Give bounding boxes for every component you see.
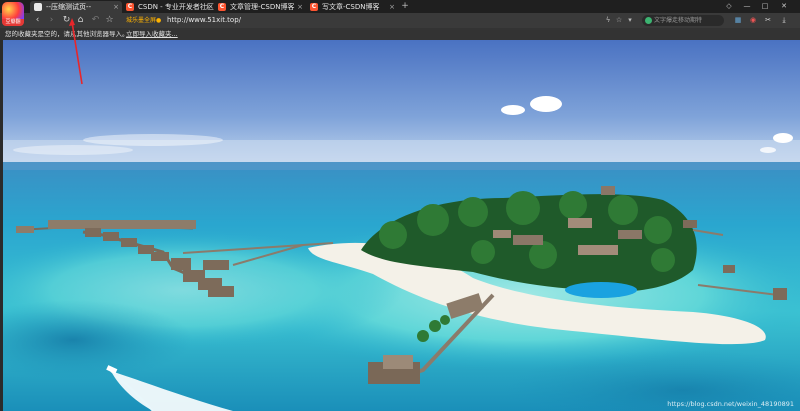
swimming-pool: [565, 282, 637, 298]
minimize-icon[interactable]: —: [740, 0, 754, 12]
reload-icon[interactable]: ↻: [60, 14, 73, 27]
back-icon[interactable]: ‹: [31, 14, 44, 27]
document-icon: [34, 3, 42, 11]
address-bar[interactable]: http://www.51xit.top/: [167, 15, 241, 26]
page-content: https://blog.csdn.net/weixin_48190891: [3, 40, 800, 411]
bookmarks-bar: 您的收藏夹是空的，请从其他浏览器导入。 立即导入收藏夹...: [0, 28, 800, 40]
csdn-icon: C: [310, 3, 318, 11]
csdn-icon: C: [218, 3, 226, 11]
download-icon[interactable]: ⤓: [779, 15, 789, 26]
close-icon[interactable]: ×: [113, 1, 119, 13]
new-tab-button[interactable]: +: [400, 0, 410, 12]
search-engine-icon: [645, 17, 652, 24]
security-flag[interactable]: 城乐墨全屏●: [126, 15, 161, 26]
maximize-icon[interactable]: □: [758, 0, 772, 12]
close-icon[interactable]: ×: [389, 1, 395, 13]
lightning-icon[interactable]: ϟ: [603, 15, 613, 26]
tab-title: CSDN - 专业开发者社区: [138, 3, 214, 11]
tab-title: --压缩测试页--: [46, 3, 92, 11]
logo-label: 豆瓣翻: [2, 19, 24, 26]
grid-icon[interactable]: ▦: [733, 15, 743, 26]
tab-csdn-home[interactable]: C CSDN - 专业开发者社区 ×: [122, 1, 214, 13]
tab-strip: --压缩测试页-- × C CSDN - 专业开发者社区 × C 文章管理-CS…: [0, 0, 800, 13]
horizon-line: [3, 162, 800, 170]
toolbar: ‹ › ↻ ⌂ ↶ ☆ 城乐墨全屏● http://www.51xit.top/…: [0, 13, 800, 28]
tab-title: 文章管理-CSDN博客: [230, 3, 295, 11]
tab-article-manage[interactable]: C 文章管理-CSDN博客 ×: [214, 1, 306, 13]
csdn-icon: C: [126, 3, 134, 11]
bookmarks-empty-text: 您的收藏夹是空的，请从其他浏览器导入。: [5, 30, 129, 38]
close-icon[interactable]: ×: [205, 1, 211, 13]
island-photo: [3, 40, 800, 411]
undo-icon[interactable]: ↶: [89, 14, 102, 27]
tab-active[interactable]: --压缩测试页-- ×: [30, 1, 122, 13]
watermark: https://blog.csdn.net/weixin_48190891: [667, 400, 794, 408]
scissors-icon[interactable]: ✂: [763, 15, 773, 26]
tab-write-article[interactable]: C 写文章-CSDN博客 ×: [306, 1, 398, 13]
tab-title: 写文章-CSDN博客: [322, 3, 380, 11]
close-window-icon[interactable]: ✕: [777, 0, 791, 12]
search-placeholder: 文字爆走移动期特: [654, 17, 703, 24]
game-icon[interactable]: ◉: [748, 15, 758, 26]
search-box[interactable]: 文字爆走移动期特: [642, 15, 724, 26]
forward-icon[interactable]: ›: [45, 14, 58, 27]
star-icon[interactable]: ☆: [103, 14, 116, 27]
bookmark-star-icon[interactable]: ☆: [614, 15, 624, 26]
browser-logo[interactable]: 豆瓣翻: [2, 2, 24, 26]
home-icon[interactable]: ⌂: [74, 14, 87, 27]
import-bookmarks-link[interactable]: 立即导入收藏夹...: [126, 28, 178, 40]
close-icon[interactable]: ×: [297, 1, 303, 13]
dropdown-icon[interactable]: ▾: [625, 15, 635, 26]
shield-icon[interactable]: ◇: [722, 0, 736, 12]
